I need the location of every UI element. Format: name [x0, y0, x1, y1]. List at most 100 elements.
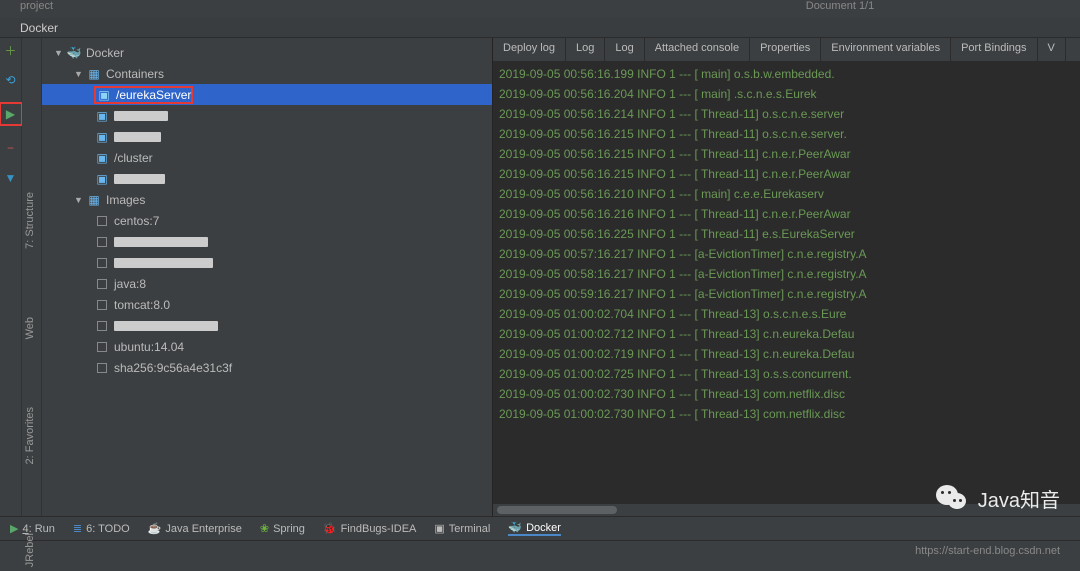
bottom-findbugs[interactable]: 🐞FindBugs-IDEA	[323, 522, 417, 535]
redacted-text	[114, 111, 168, 121]
tree-label: centos:7	[114, 214, 159, 228]
log-line: 2019-09-05 01:00:02.725 INFO 1 --- [ Thr…	[499, 364, 1074, 384]
bottom-todo[interactable]: ≣6: TODO	[73, 522, 130, 535]
log-line: 2019-09-05 00:56:16.214 INFO 1 --- [ Thr…	[499, 104, 1074, 124]
log-tab[interactable]: Deploy log	[493, 38, 566, 61]
tree-containers[interactable]: ▼ ▦ Containers	[42, 63, 492, 84]
run-icon[interactable]: ▶	[3, 106, 19, 122]
add-icon[interactable]: ＋	[3, 42, 19, 58]
docker-tree-panel: ▼ 🐳 Docker ▼ ▦ Containers ▣ /eurekaServe…	[42, 38, 492, 516]
image-icon	[94, 235, 110, 249]
vtab-web[interactable]: Web	[22, 313, 41, 343]
log-tab[interactable]: Port Bindings	[951, 38, 1037, 61]
redacted-text	[114, 258, 213, 268]
bottom-terminal[interactable]: ▣Terminal	[434, 522, 490, 535]
tree-image-item[interactable]	[42, 231, 492, 252]
scrollbar-thumb[interactable]	[497, 506, 617, 514]
tree-container-item[interactable]: ▣	[42, 105, 492, 126]
redacted-text	[114, 321, 218, 331]
document-counter: Document 1/1	[220, 0, 1060, 18]
tree-label: sha256:9c56a4e31c3f	[114, 361, 232, 375]
docker-icon: 🐳	[66, 46, 82, 60]
tree-label: Images	[106, 193, 145, 207]
redacted-text	[114, 174, 165, 184]
bottom-java-enterprise[interactable]: ☕Java Enterprise	[148, 522, 242, 535]
status-bar: https://start-end.blog.csdn.net	[0, 540, 1080, 560]
container-icon: ▣	[94, 172, 110, 186]
log-tab[interactable]: V	[1038, 38, 1066, 61]
run-highlight-box: ▶	[0, 102, 23, 126]
tree-label: java:8	[114, 277, 146, 291]
bottom-toolbar: ▶4: Run ≣6: TODO ☕Java Enterprise ❀Sprin…	[0, 516, 1080, 540]
log-line: 2019-09-05 00:56:16.225 INFO 1 --- [ Thr…	[499, 224, 1074, 244]
status-url: https://start-end.blog.csdn.net	[915, 545, 1060, 557]
log-line: 2019-09-05 00:56:16.215 INFO 1 --- [ Thr…	[499, 164, 1074, 184]
vtab-structure[interactable]: 7: Structure	[22, 188, 41, 253]
image-icon	[94, 277, 110, 291]
sync-icon[interactable]: ⟲	[3, 72, 19, 88]
log-body[interactable]: 2019-09-05 00:56:16.199 INFO 1 --- [ mai…	[493, 62, 1080, 504]
images-icon: ▦	[86, 193, 102, 207]
log-line: 2019-09-05 01:00:02.712 INFO 1 --- [ Thr…	[499, 324, 1074, 344]
chevron-down-icon: ▼	[74, 195, 86, 205]
tree-image-item[interactable]: java:8	[42, 273, 492, 294]
tree-label: ubuntu:14.04	[114, 340, 184, 354]
log-tab[interactable]: Properties	[750, 38, 821, 61]
horizontal-scrollbar[interactable]	[493, 504, 1080, 516]
log-panel: Deploy logLogLogAttached consoleProperti…	[492, 38, 1080, 516]
redacted-text	[114, 132, 161, 142]
log-line: 2019-09-05 01:00:02.730 INFO 1 --- [ Thr…	[499, 404, 1074, 424]
tree-label: tomcat:8.0	[114, 298, 170, 312]
log-line: 2019-09-05 00:56:16.215 INFO 1 --- [ Thr…	[499, 124, 1074, 144]
tree-label: Docker	[86, 46, 124, 60]
vtab-jrebel[interactable]: JRebel	[22, 529, 41, 571]
tree-images[interactable]: ▼ ▦ Images	[42, 189, 492, 210]
panel-title: Docker	[0, 18, 1080, 38]
container-icon: ▣	[94, 151, 110, 165]
bottom-spring[interactable]: ❀Spring	[260, 522, 305, 535]
chevron-down-icon: ▼	[54, 48, 66, 58]
tree-container-selected[interactable]: ▣ /eurekaServer	[42, 84, 492, 105]
tree-image-item[interactable]: tomcat:8.0	[42, 294, 492, 315]
log-line: 2019-09-05 00:57:16.217 INFO 1 --- [a-Ev…	[499, 244, 1074, 264]
vertical-tabs: 7: Structure Web 2: Favorites JRebel	[22, 38, 42, 516]
tree-container-item[interactable]: ▣	[42, 168, 492, 189]
log-line: 2019-09-05 01:00:02.730 INFO 1 --- [ Thr…	[499, 384, 1074, 404]
container-icon: ▣	[94, 130, 110, 144]
log-tabs: Deploy logLogLogAttached consoleProperti…	[493, 38, 1080, 62]
log-line: 2019-09-05 01:00:02.704 INFO 1 --- [ Thr…	[499, 304, 1074, 324]
tree-container-item[interactable]: ▣/cluster	[42, 147, 492, 168]
log-tab[interactable]: Attached console	[645, 38, 750, 61]
tool-gutter: ＋ ⟲ ▶ − ▼	[0, 38, 22, 516]
container-icon: ▣	[94, 109, 110, 123]
vtab-favorites[interactable]: 2: Favorites	[22, 403, 41, 468]
log-line: 2019-09-05 00:56:16.215 INFO 1 --- [ Thr…	[499, 144, 1074, 164]
log-line: 2019-09-05 00:56:16.204 INFO 1 --- [ mai…	[499, 84, 1074, 104]
tree-image-item[interactable]: sha256:9c56a4e31c3f	[42, 357, 492, 378]
tree-container-item[interactable]: ▣	[42, 126, 492, 147]
image-icon	[94, 214, 110, 228]
bottom-docker[interactable]: 🐳Docker	[508, 521, 561, 536]
log-tab[interactable]: Environment variables	[821, 38, 951, 61]
log-tab[interactable]: Log	[605, 38, 644, 61]
log-line: 2019-09-05 01:00:02.719 INFO 1 --- [ Thr…	[499, 344, 1074, 364]
log-line: 2019-09-05 00:56:16.210 INFO 1 --- [ mai…	[499, 184, 1074, 204]
log-tab[interactable]: Log	[566, 38, 605, 61]
log-line: 2019-09-05 00:56:16.199 INFO 1 --- [ mai…	[499, 64, 1074, 84]
image-icon	[94, 340, 110, 354]
minus-icon[interactable]: −	[3, 140, 19, 156]
redacted-text	[114, 237, 208, 247]
tree-image-item[interactable]	[42, 315, 492, 336]
tree-root-docker[interactable]: ▼ 🐳 Docker	[42, 42, 492, 63]
containers-icon: ▦	[86, 67, 102, 81]
filter-icon[interactable]: ▼	[3, 170, 19, 186]
project-label: project	[20, 0, 220, 18]
tree-label: /eurekaServer	[116, 88, 191, 102]
tree-image-item[interactable]: ubuntu:14.04	[42, 336, 492, 357]
image-icon	[94, 319, 110, 333]
image-icon	[94, 361, 110, 375]
log-line: 2019-09-05 00:56:16.216 INFO 1 --- [ Thr…	[499, 204, 1074, 224]
image-icon	[94, 298, 110, 312]
tree-image-item[interactable]: centos:7	[42, 210, 492, 231]
tree-image-item[interactable]	[42, 252, 492, 273]
